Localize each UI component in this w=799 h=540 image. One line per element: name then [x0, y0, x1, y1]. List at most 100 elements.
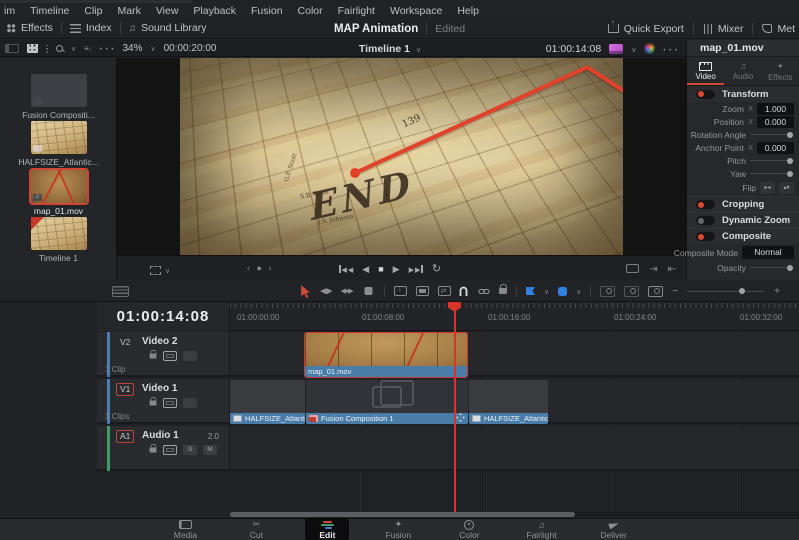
position-value-field[interactable]: 0.000 — [757, 115, 794, 128]
flip-vertical-button[interactable] — [779, 182, 794, 194]
position-lock-icon[interactable] — [499, 284, 508, 294]
timeline-selector[interactable]: Timeline 1 — [359, 43, 410, 55]
scrollbar-thumb[interactable] — [230, 512, 575, 517]
detail-zoom-icon[interactable] — [624, 285, 640, 297]
track-header-a1[interactable]: A1 Audio 1 2.0 S M — [97, 426, 230, 471]
page-fusion[interactable]: Fusion — [376, 518, 420, 540]
pitch-slider[interactable] — [750, 157, 794, 164]
track-lock-icon[interactable] — [149, 397, 157, 406]
search-icon[interactable] — [56, 44, 63, 52]
selection-mode-icon[interactable] — [300, 284, 311, 298]
zoom-in-icon[interactable] — [774, 286, 780, 297]
menu-help[interactable]: Help — [457, 5, 479, 17]
viewer-video-frame[interactable]: END 139 J.S. Johnson S.B. Rose G.F. Scot… — [180, 58, 623, 255]
marker-icon[interactable] — [558, 286, 568, 296]
menu-fairlight[interactable]: Fairlight — [338, 5, 375, 17]
overwrite-clip-icon[interactable] — [415, 286, 429, 296]
thumbnail-size-icon[interactable] — [46, 43, 48, 53]
page-cut[interactable]: Cut — [234, 518, 278, 540]
menu-color[interactable]: Color — [298, 5, 323, 17]
viewer-options-icon[interactable] — [663, 43, 678, 55]
media-pool-item-halfsize[interactable]: HALFSIZE_Atlantic... — [0, 121, 117, 167]
clip-map-01-v2[interactable]: map_01.mov — [304, 332, 468, 378]
stop-button[interactable] — [378, 263, 383, 275]
yaw-slider[interactable] — [750, 170, 794, 177]
cropping-section-header[interactable]: Cropping — [687, 196, 799, 212]
tab-video[interactable]: Video — [687, 57, 724, 85]
match-frame-forward-icon[interactable] — [649, 263, 657, 275]
transform-toggle[interactable] — [696, 89, 715, 99]
marker-chevron-icon[interactable] — [576, 285, 581, 297]
composite-mode-select[interactable]: Normal — [742, 246, 794, 259]
opacity-slider[interactable] — [750, 264, 794, 271]
track-name-v2[interactable]: Video 2 — [142, 336, 177, 347]
tab-effects[interactable]: Effects — [762, 57, 799, 85]
flag-chevron-icon[interactable] — [544, 285, 549, 297]
track-enable-icon[interactable] — [183, 398, 197, 408]
go-to-first-frame-button[interactable] — [339, 263, 353, 275]
auto-select-icon[interactable] — [163, 398, 177, 408]
loop-button[interactable] — [432, 262, 441, 275]
thumbnail-view-icon[interactable] — [27, 43, 38, 53]
play-button[interactable] — [393, 263, 400, 275]
insert-clip-icon[interactable] — [393, 286, 407, 296]
effects-button[interactable]: Effects — [6, 22, 53, 34]
strip-view-icon[interactable] — [5, 43, 19, 53]
step-back-button[interactable] — [362, 263, 369, 275]
sort-icon[interactable]: ≡↓ — [84, 44, 92, 53]
clip-halfsize-2[interactable]: HALFSIZE_Atlantic_Ci... — [469, 380, 548, 424]
menu-view[interactable]: View — [156, 5, 179, 17]
track-header-v1[interactable]: V1 Video 1 3 Clips — [97, 379, 230, 424]
zoom-chevron-icon[interactable] — [150, 42, 155, 54]
clip-halfsize-1[interactable]: HALFSIZE_Atlantic_Ci... — [230, 380, 305, 424]
composite-section-header[interactable]: Composite — [687, 228, 799, 244]
viewer-zoom-level[interactable]: 34% — [122, 43, 142, 54]
clip-fusion-composition[interactable]: Fusion Composition 1 — [306, 380, 468, 424]
page-color[interactable]: Color — [447, 518, 491, 540]
sound-library-button[interactable]: Sound Library — [129, 22, 206, 34]
safe-area-icon[interactable] — [626, 264, 640, 273]
flip-horizontal-button[interactable] — [760, 182, 775, 194]
menu-workspace[interactable]: Workspace — [390, 5, 442, 17]
transform-section-header[interactable]: Transform — [687, 86, 799, 102]
track-id-v2[interactable]: V2 — [116, 336, 134, 349]
transform-overlay-icon[interactable] — [150, 265, 161, 275]
track-lock-icon[interactable] — [149, 350, 157, 359]
flag-icon[interactable] — [526, 287, 535, 295]
track-name-v1[interactable]: Video 1 — [142, 383, 177, 394]
solo-button[interactable]: S — [183, 445, 197, 455]
index-button[interactable]: Index — [69, 22, 112, 34]
timeline-timecode[interactable]: 01:00:14:08 — [97, 302, 230, 331]
timeline-horizontal-scrollbar[interactable] — [230, 512, 799, 517]
clip-color-chevron-icon[interactable] — [631, 43, 636, 55]
track-header-v2[interactable]: V2 Video 2 1 Clip — [97, 332, 230, 377]
clip-color-icon[interactable] — [609, 43, 624, 54]
track-name-a1[interactable]: Audio 1 — [142, 430, 179, 441]
color-wheel-icon[interactable] — [644, 43, 656, 54]
timeline-view-options-icon[interactable] — [112, 285, 129, 297]
page-fairlight[interactable]: Fairlight — [518, 518, 564, 540]
media-pool-item-map-01[interactable]: map_01.mov — [0, 168, 117, 216]
menu-clip[interactable]: Clip — [84, 5, 102, 17]
page-edit[interactable]: Edit — [305, 518, 350, 540]
menu-fusion[interactable]: Fusion — [251, 5, 283, 17]
track-enable-icon[interactable] — [183, 351, 197, 361]
custom-zoom-icon[interactable] — [648, 285, 664, 297]
menu-trim[interactable]: im — [4, 5, 15, 17]
dynamic-zoom-toggle[interactable] — [696, 216, 715, 225]
track-id-a1[interactable]: A1 — [116, 430, 135, 443]
auto-select-icon[interactable] — [163, 351, 177, 361]
media-pool-options-icon[interactable] — [100, 42, 115, 54]
anchor-value-field[interactable]: 0.000 — [757, 141, 794, 154]
rotation-slider[interactable] — [750, 131, 794, 138]
auto-select-icon[interactable] — [163, 445, 177, 455]
match-frame-back-icon[interactable] — [668, 263, 676, 275]
composite-toggle[interactable] — [696, 232, 715, 241]
zoom-out-icon[interactable] — [672, 286, 678, 297]
track-lock-icon[interactable] — [149, 444, 157, 453]
mute-button[interactable]: M — [203, 445, 217, 455]
timeline-selector-chevron-icon[interactable] — [416, 43, 421, 55]
jog-control[interactable] — [247, 263, 273, 273]
blade-edit-mode-icon[interactable] — [361, 287, 375, 295]
timeline-zoom-slider[interactable] — [687, 288, 766, 294]
